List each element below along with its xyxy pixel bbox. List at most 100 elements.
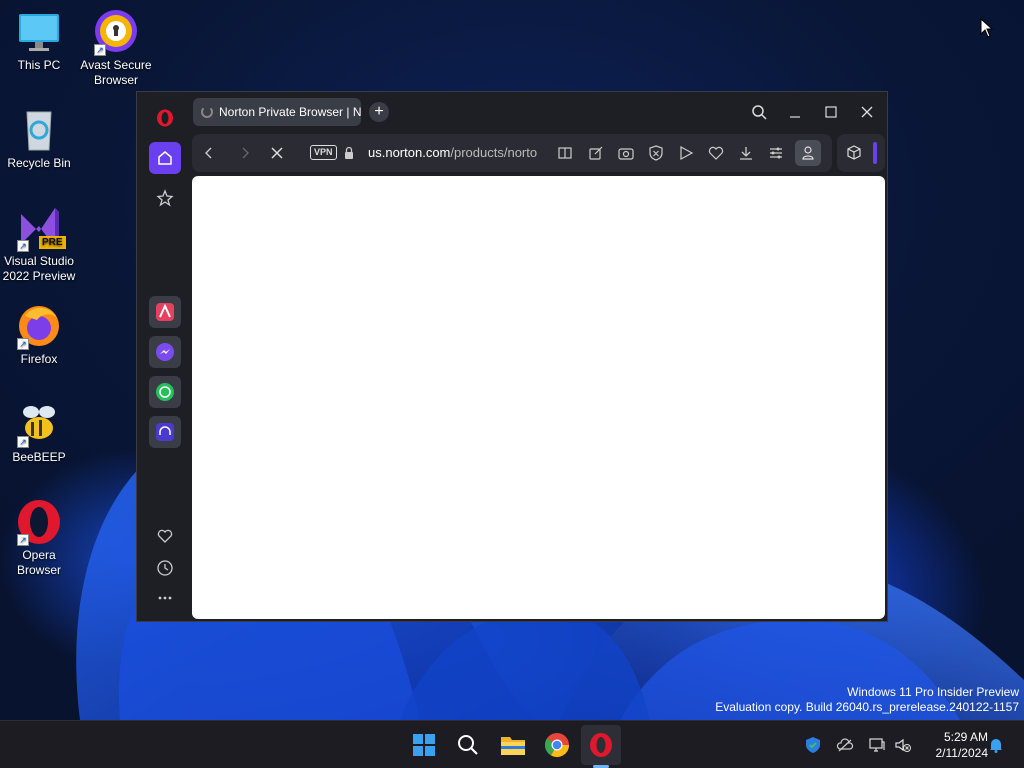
easy-setup-button[interactable] — [767, 144, 785, 162]
tab-bar: Norton Private Browser | N + — [191, 92, 887, 132]
cloud-icon — [836, 738, 854, 752]
loading-spinner-icon — [201, 106, 213, 118]
system-clock[interactable]: 5:29 AM 2/11/2024 — [920, 729, 989, 761]
loading-progress-indicator — [873, 142, 877, 164]
settings-sliders-icon — [770, 147, 782, 159]
close-button[interactable] — [855, 100, 879, 124]
new-tab-button[interactable]: + — [369, 102, 389, 122]
heart-icon — [157, 529, 173, 543]
url-field[interactable]: us.norton.com/products/norto — [368, 145, 543, 160]
desktop-icon-visual-studio[interactable]: PRE ↗ Visual Studio 2022 Preview — [0, 204, 78, 284]
url-path: /products/norto — [450, 145, 538, 160]
desktop-icon-label: BeeBEEP — [12, 450, 66, 464]
reader-mode-button[interactable] — [556, 144, 574, 162]
clock-date: 2/11/2024 — [935, 746, 989, 760]
maximize-icon — [825, 106, 837, 118]
desktop-icon-firefox[interactable]: ↗ Firefox — [0, 302, 78, 367]
sidebar-music-player-button[interactable] — [149, 416, 181, 448]
clock-time: 5:29 AM — [943, 730, 988, 744]
bookmark-button[interactable] — [707, 144, 725, 162]
download-icon — [740, 147, 752, 160]
network-tray-icon[interactable] — [868, 736, 886, 754]
opera-icon — [590, 733, 612, 757]
monitor-icon — [15, 8, 63, 56]
page-content-area[interactable] — [192, 176, 885, 619]
search-icon — [752, 105, 767, 120]
clock-icon — [157, 560, 173, 576]
shortcut-arrow-icon: ↗ — [17, 240, 29, 252]
desktop-icon-this-pc[interactable]: This PC — [0, 8, 78, 73]
back-button[interactable] — [200, 144, 218, 162]
shortcut-arrow-icon: ↗ — [17, 436, 29, 448]
mouse-cursor-icon — [980, 18, 994, 38]
opera-logo-icon — [157, 109, 173, 127]
defender-tray-icon[interactable] — [804, 736, 822, 754]
sidebar-history-button[interactable] — [149, 552, 181, 584]
sidebar-whatsapp-button[interactable] — [149, 376, 181, 408]
forward-button[interactable] — [236, 144, 254, 162]
minimize-icon — [790, 116, 800, 118]
desktop-icon-recycle-bin[interactable]: Recycle Bin — [0, 106, 78, 171]
notifications-button[interactable] — [987, 736, 1005, 754]
desktop-icon-beebeep[interactable]: ↗ BeeBEEP — [0, 400, 78, 465]
downloads-button[interactable] — [737, 144, 755, 162]
stop-loading-button[interactable] — [268, 144, 286, 162]
opera-menu-button[interactable] — [149, 102, 181, 134]
avast-browser-icon: ↗ — [92, 8, 140, 56]
send-button[interactable] — [677, 144, 695, 162]
desktop-icon-label: Recycle Bin — [7, 156, 71, 170]
opera-icon: ↗ — [15, 498, 63, 546]
send-icon — [680, 145, 694, 161]
extensions-area — [837, 134, 885, 172]
tab-norton-private-browser[interactable]: Norton Private Browser | N — [193, 98, 361, 126]
star-icon — [156, 189, 174, 207]
sidebar-more-button[interactable] — [149, 582, 181, 614]
desktop-icon-label: Visual Studio 2022 Preview — [2, 254, 76, 283]
windows-watermark: Windows 11 Pro Insider Preview Evaluatio… — [715, 685, 1019, 715]
visual-studio-icon: PRE ↗ — [15, 204, 66, 252]
desktop-icon-opera[interactable]: ↗ Opera Browser — [0, 498, 78, 578]
vpn-badge[interactable]: VPN — [310, 145, 337, 160]
shield-icon — [806, 737, 820, 753]
sidebar-home-button[interactable] — [149, 142, 181, 174]
start-button[interactable] — [408, 729, 440, 761]
desktop-icon-avast[interactable]: ↗ Avast Secure Browser — [77, 8, 155, 88]
sidebar-aria-button[interactable] — [149, 296, 181, 328]
url-domain: us.norton.com — [368, 145, 451, 160]
cube-icon — [847, 145, 861, 160]
folder-icon — [501, 737, 525, 755]
pre-badge: PRE — [39, 236, 66, 249]
desktop-icon-label: Avast Secure Browser — [80, 58, 152, 87]
camera-icon — [618, 148, 634, 160]
volume-tray-icon[interactable] — [894, 736, 912, 754]
aria-icon — [156, 303, 174, 321]
sidebar-messenger-button[interactable] — [149, 336, 181, 368]
tab-title: Norton Private Browser | N — [219, 105, 361, 119]
shortcut-arrow-icon: ↗ — [17, 338, 29, 350]
book-icon — [558, 147, 572, 159]
snapshot-button[interactable] — [617, 144, 635, 162]
extensions-button[interactable] — [845, 144, 863, 162]
more-dots-icon — [158, 596, 172, 600]
search-tabs-button[interactable] — [747, 100, 771, 124]
watermark-build: Evaluation copy. Build 26040.rs_prerelea… — [715, 700, 1019, 714]
opera-taskbar-button[interactable] — [585, 729, 617, 761]
onedrive-tray-icon[interactable] — [836, 736, 854, 754]
lock-icon[interactable] — [340, 144, 358, 162]
sidebar-pinboards-button[interactable] — [149, 182, 181, 214]
ad-blocker-button[interactable] — [647, 144, 665, 162]
shortcut-arrow-icon: ↗ — [94, 44, 106, 56]
user-icon — [802, 146, 814, 160]
share-button[interactable] — [587, 144, 605, 162]
profile-button[interactable] — [795, 140, 821, 166]
desktop-icon-label: Firefox — [20, 352, 58, 366]
maximize-button[interactable] — [819, 100, 843, 124]
sidebar-bookmarks-button[interactable] — [149, 520, 181, 552]
chrome-button[interactable] — [541, 729, 573, 761]
minimize-button[interactable] — [783, 100, 807, 124]
taskbar-search-button[interactable] — [452, 729, 484, 761]
network-icon — [869, 738, 885, 752]
opera-browser-window[interactable]: Norton Private Browser | N + VPN us.nort… — [136, 91, 888, 622]
file-explorer-button[interactable] — [497, 729, 529, 761]
firefox-icon: ↗ — [15, 302, 63, 350]
